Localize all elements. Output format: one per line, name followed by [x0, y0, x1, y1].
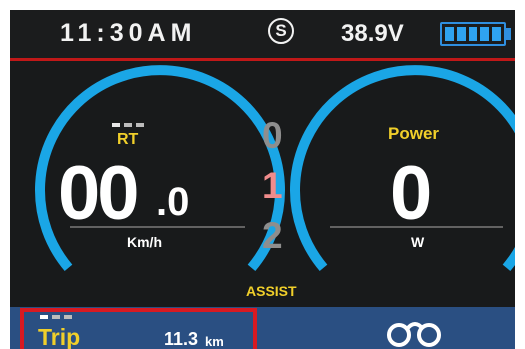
power-value: 0: [390, 151, 433, 236]
speed-integer: 00: [58, 151, 140, 236]
assist-label: ASSIST: [246, 283, 297, 299]
speed-unit: Km/h: [127, 234, 162, 250]
trip-label: Trip: [38, 324, 81, 349]
display-screen: 11:30AM S 38.9V RT 00 .0 Km/h Power 0 W …: [10, 10, 515, 349]
power-unit: W: [411, 234, 425, 250]
speed-decimal: .0: [156, 180, 190, 224]
speed-mode-dashes: [112, 123, 144, 127]
trip-page-dashes: [40, 315, 72, 319]
trip-value: 11.3: [164, 329, 199, 349]
trip-panel[interactable]: Trip 11.3 km: [20, 308, 257, 349]
bike-logo-icon: [387, 322, 441, 347]
power-label: Power: [388, 124, 440, 143]
assist-level-0: 0: [262, 115, 283, 156]
speed-mode-label: RT: [117, 131, 139, 148]
assist-level-1-active: 1: [262, 165, 283, 206]
trip-unit: km: [205, 334, 224, 349]
assist-level-2: 2: [262, 215, 283, 256]
